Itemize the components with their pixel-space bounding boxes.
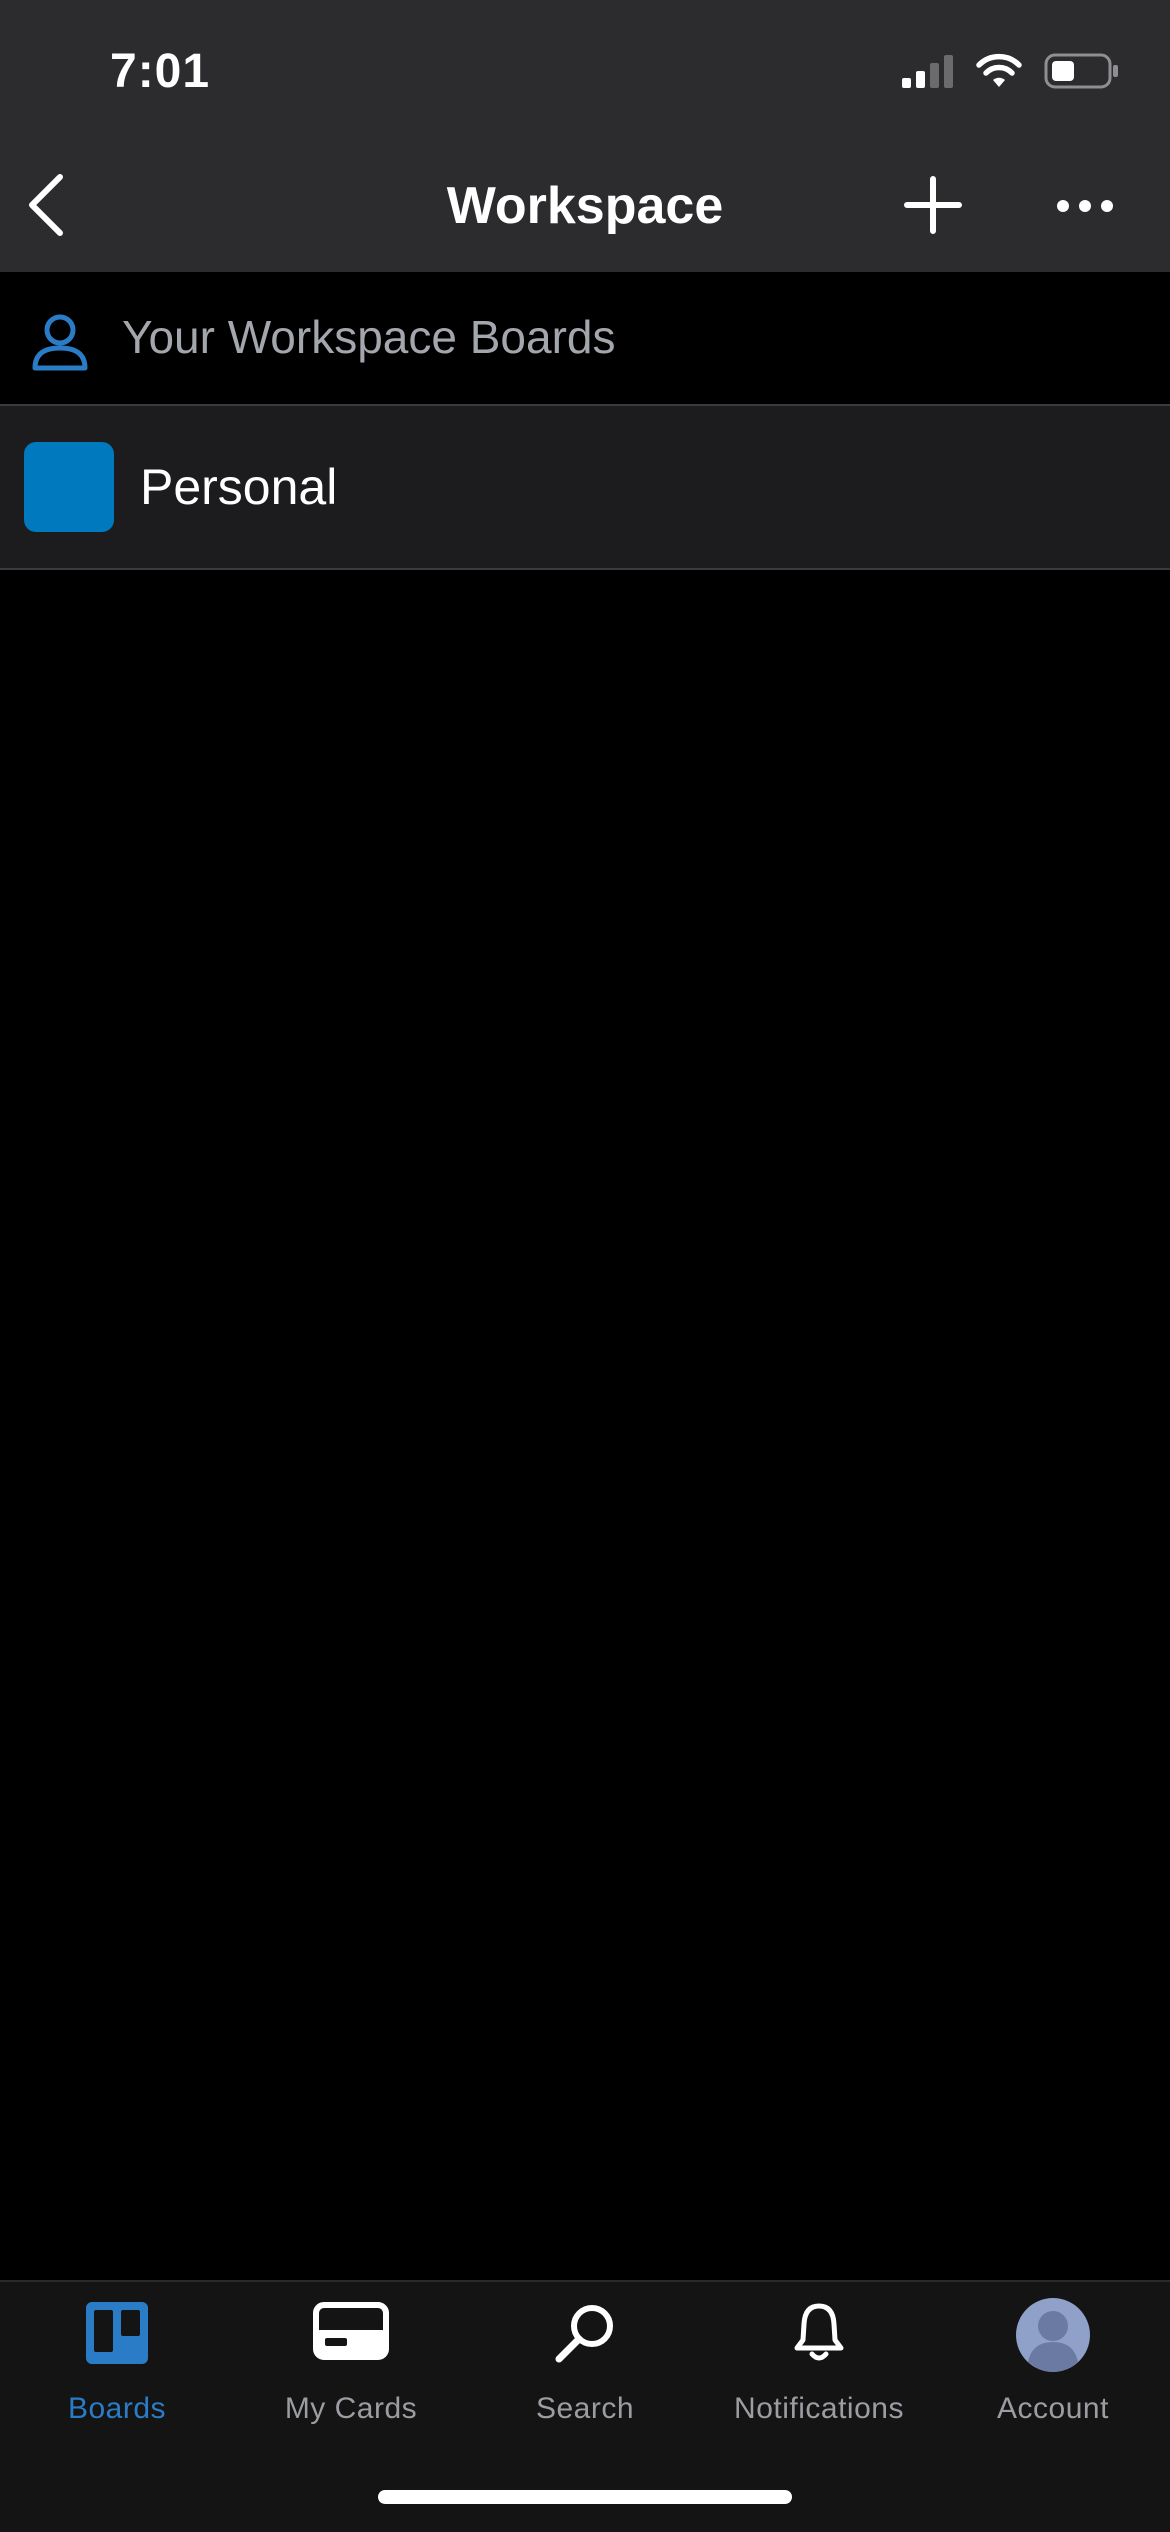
tab-label: Account (997, 2392, 1109, 2425)
battery-icon (1044, 53, 1118, 89)
status-time: 7:01 (110, 45, 211, 98)
cards-icon (313, 2302, 389, 2360)
wifi-icon (976, 53, 1022, 87)
tab-label: Notifications (734, 2392, 904, 2425)
tab-label: Boards (67, 2392, 167, 2425)
tab-notifications[interactable]: Notifications (702, 2280, 936, 2450)
signal-icon (902, 55, 953, 88)
person-icon (32, 314, 88, 371)
section-label: Your Workspace Boards (122, 311, 616, 363)
avatar-icon (1016, 2298, 1090, 2372)
board-name: Personal (140, 459, 338, 515)
status-icons (902, 52, 1120, 90)
plus-icon (904, 176, 962, 234)
tab-boards[interactable]: Boards (0, 2280, 234, 2450)
tab-account[interactable]: Account (936, 2280, 1170, 2450)
tab-label: My Cards (284, 2392, 418, 2425)
tab-search[interactable]: Search (468, 2280, 702, 2450)
divider (0, 568, 1170, 570)
home-indicator (378, 2490, 792, 2504)
more-options-button[interactable] (1050, 178, 1120, 234)
tab-label: Search (535, 2392, 635, 2425)
boards-icon (86, 2302, 148, 2364)
board-color-swatch (24, 442, 114, 532)
screen: 7:01 Workspace Your Workspace Boards Per… (0, 0, 1170, 2532)
add-board-button[interactable] (898, 170, 968, 240)
ellipsis-icon (1057, 200, 1113, 212)
bell-icon (794, 2303, 844, 2361)
search-icon (555, 2305, 613, 2363)
page-title: Workspace (446, 177, 724, 235)
tab-my-cards[interactable]: My Cards (234, 2280, 468, 2450)
